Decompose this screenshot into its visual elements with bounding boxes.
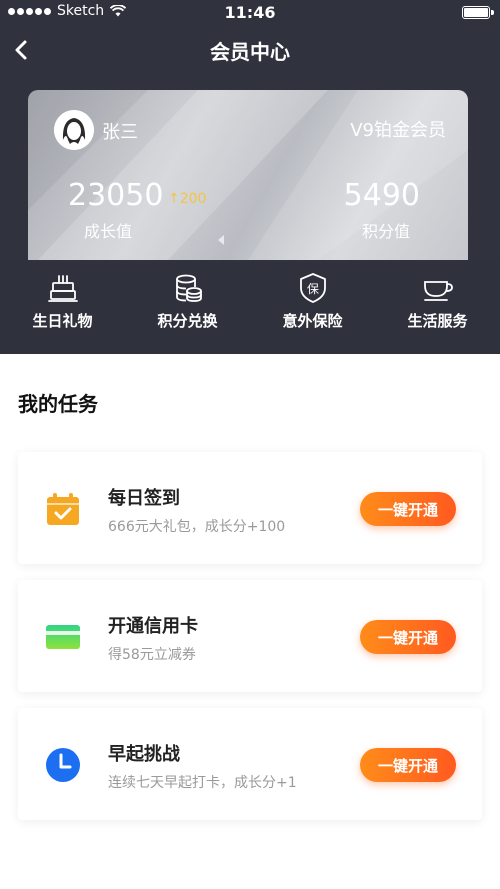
coffee-cup-icon — [423, 281, 453, 301]
points-value: 5490 — [343, 178, 420, 213]
task-card-credit-card[interactable]: 开通信用卡 得58元立减券 一键开通 — [18, 580, 482, 692]
growth-delta: ↑200 — [168, 191, 207, 207]
quick-action-accident-insurance[interactable]: 保 意外保险 — [250, 262, 375, 354]
battery-icon — [462, 6, 494, 19]
birthday-cake-icon — [47, 275, 78, 302]
avatar[interactable] — [54, 110, 94, 150]
quick-actions: 生日礼物 积分兑换 保 意外保险 生活服务 — [0, 262, 500, 354]
credit-card-icon — [46, 625, 80, 649]
task-description: 连续七天早起打卡，成长分+1 — [108, 775, 297, 791]
task-card-early-rise[interactable]: 早起挑战 连续七天早起打卡，成长分+1 一键开通 — [18, 708, 482, 820]
card-pointer-icon — [218, 235, 224, 245]
quick-action-label: 生日礼物 — [32, 312, 93, 330]
status-time: 11:46 — [224, 3, 276, 22]
username: 张三 — [102, 122, 138, 143]
svg-text:保: 保 — [306, 282, 318, 296]
task-description: 得58元立减券 — [108, 647, 196, 663]
quick-action-points-exchange[interactable]: 积分兑换 — [125, 262, 250, 354]
quick-action-label: 生活服务 — [407, 312, 468, 330]
page-title: 会员中心 — [210, 40, 290, 64]
quick-action-label: 积分兑换 — [157, 312, 218, 330]
task-card-daily-checkin[interactable]: 每日签到 666元大礼包，成长分+100 一键开通 — [18, 452, 482, 564]
activate-button[interactable]: 一键开通 — [360, 620, 456, 654]
coins-stack-icon — [175, 274, 202, 302]
task-description: 666元大礼包，成长分+100 — [108, 519, 286, 535]
growth-label: 成长值 — [84, 222, 133, 241]
nav-bar: 会员中心 — [0, 30, 500, 70]
task-list: 每日签到 666元大礼包，成长分+100 一键开通 开通信用卡 得58元立减券 … — [18, 452, 482, 836]
tasks-section-title: 我的任务 — [18, 392, 98, 416]
member-card[interactable]: 张三 V9铂金会员 23050 ↑200 成长值 5490 积分值 — [28, 90, 468, 260]
growth-value: 23050 — [68, 178, 164, 213]
activate-button[interactable]: 一键开通 — [360, 492, 456, 526]
insurance-shield-icon: 保 — [299, 273, 326, 303]
user-avatar-icon — [54, 110, 94, 150]
points-label: 积分值 — [361, 222, 410, 241]
activate-button[interactable]: 一键开通 — [360, 748, 456, 782]
task-title: 开通信用卡 — [108, 616, 198, 637]
task-title: 每日签到 — [108, 488, 180, 509]
quick-action-birthday-gift[interactable]: 生日礼物 — [0, 262, 125, 354]
status-bar: Sketch 11:46 — [0, 0, 500, 26]
quick-action-label: 意外保险 — [282, 312, 343, 330]
quick-action-life-services[interactable]: 生活服务 — [375, 262, 500, 354]
task-title: 早起挑战 — [108, 744, 180, 765]
member-level: V9铂金会员 — [350, 120, 446, 141]
calendar-check-icon — [47, 493, 79, 525]
clock-icon — [46, 748, 80, 782]
